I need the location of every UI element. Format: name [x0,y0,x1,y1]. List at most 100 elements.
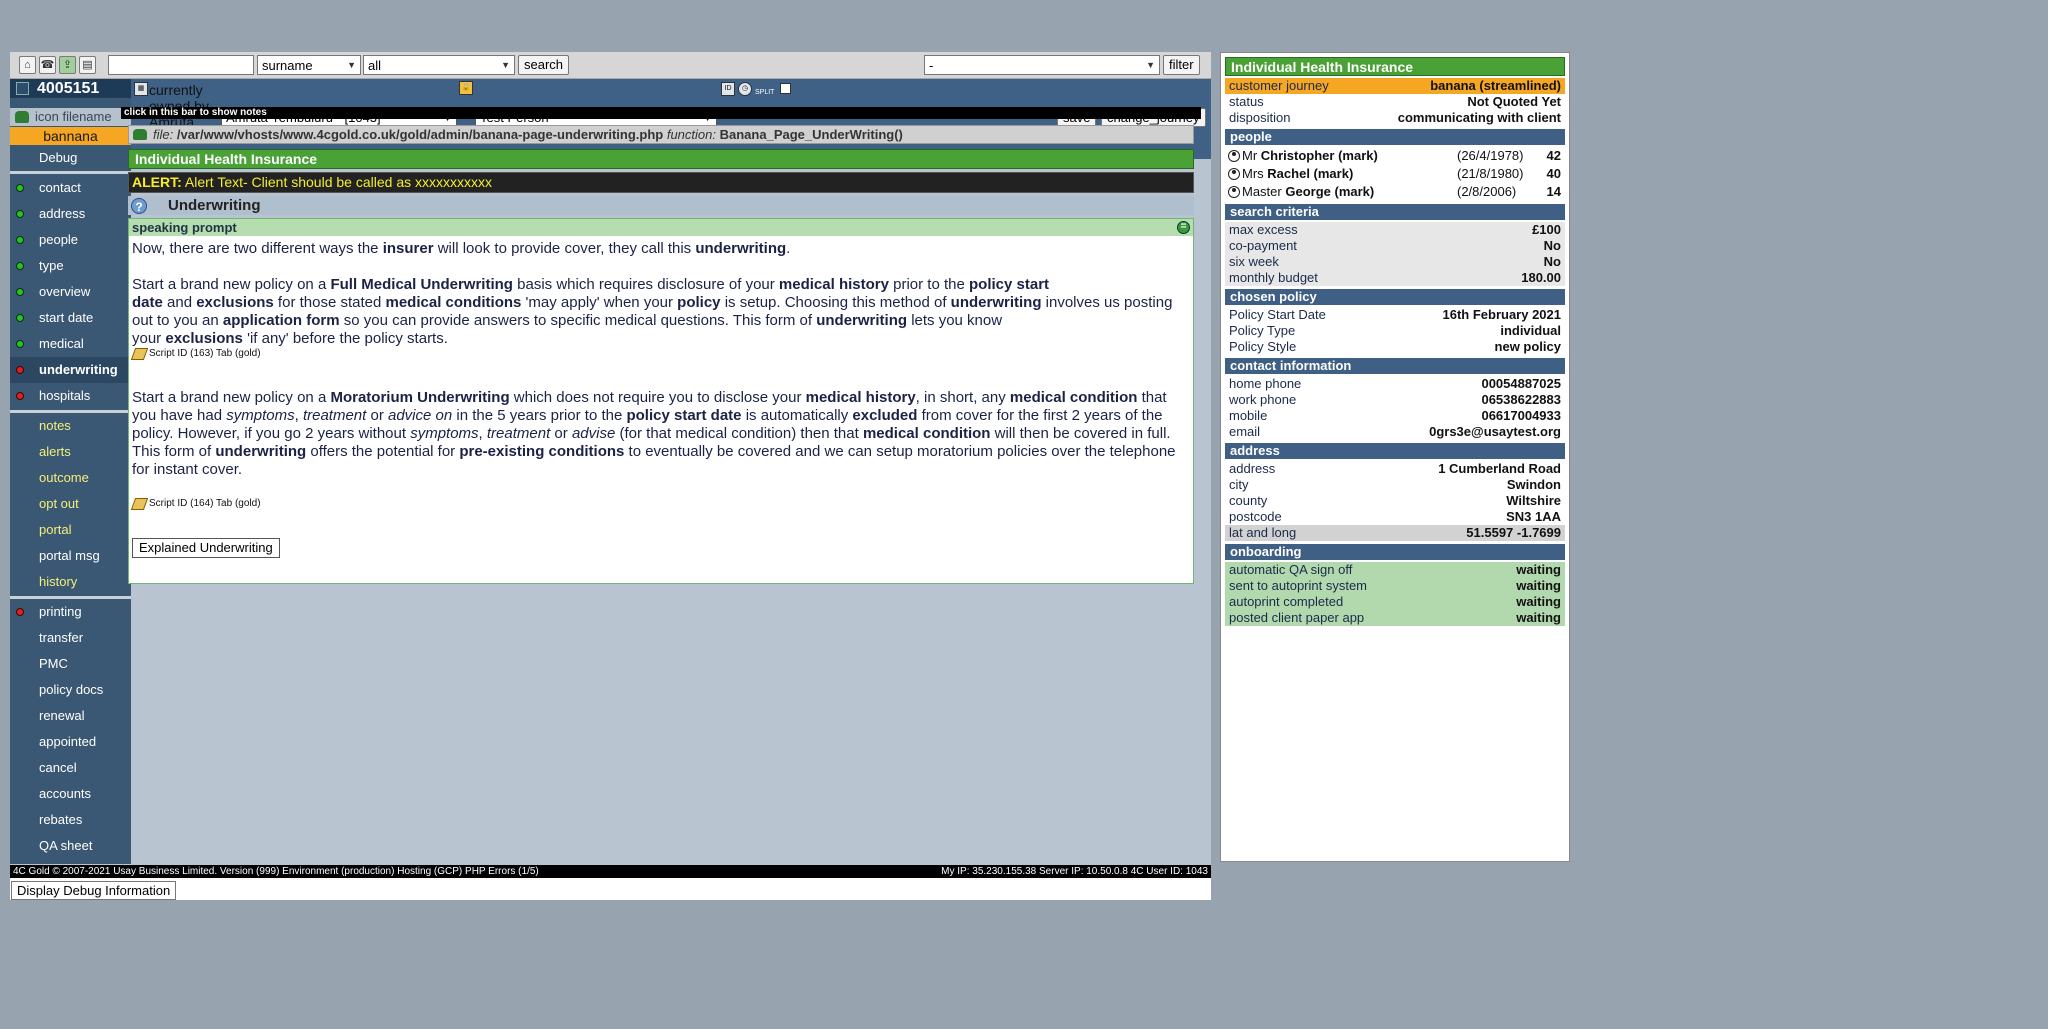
person-age: 42 [1546,148,1561,163]
search-field-select[interactable]: surname ▼ [257,55,361,75]
sidebar-item-opt-out[interactable]: opt out [10,491,131,517]
client-checkbox[interactable] [16,82,29,95]
row-value: new policy [1494,339,1561,354]
sidebar-item-rebates[interactable]: rebates [10,807,131,833]
notes-bar[interactable]: click in this bar to show notes [121,107,1201,119]
footer-ip-info: My IP: 35.230.155.38 Server IP: 10.50.0.… [941,866,1208,877]
filter-value: - [929,57,934,73]
script-id-164[interactable]: Script ID (164) Tab (gold) [130,498,261,510]
page-title-text: Underwriting [168,197,261,214]
sidebar-item-portal[interactable]: portal [10,517,131,543]
sidebar-item-alerts[interactable]: alerts [10,439,131,465]
person-row[interactable]: Master George (mark) (2/8/2006) 14 [1225,183,1565,201]
sidebar-item-portal-msg[interactable]: portal msg [10,543,131,569]
calendar-icon[interactable]: ▦ [134,82,148,96]
row-key: work phone [1229,392,1297,407]
contact-information-header: contact information [1225,358,1565,374]
row-value: No [1543,254,1561,269]
section-title: Individual Health Insurance [128,149,1194,169]
pencil-icon [130,498,149,510]
sidebar-item-label: underwriting [39,362,118,377]
summary-row-monthly-budget: monthly budget 180.00 [1225,270,1565,286]
sidebar-item-start-date[interactable]: start date [10,305,131,331]
client-summary-panel: Individual Health Insurance customer jou… [1220,52,1570,862]
sidebar-item-address[interactable]: address [10,201,131,227]
search-scope-select[interactable]: all ▼ [363,55,515,75]
clock-icon[interactable]: ◷ [738,82,752,96]
sidebar-item-renewal[interactable]: renewal [10,703,131,729]
person-icon [1228,168,1240,180]
sidebar-item-underwriting[interactable]: underwriting [10,357,131,383]
sidebar-item-medical[interactable]: medical [10,331,131,357]
person-icon [1228,186,1240,198]
phone-icon[interactable]: ☎ [39,56,56,74]
upload-icon[interactable]: ⇪ [59,56,76,74]
summary-row-county: county Wiltshire [1225,493,1565,509]
sidebar-item-cancel[interactable]: cancel [10,755,131,781]
row-key: Policy Style [1229,339,1297,354]
search-button[interactable]: search [518,55,570,75]
search-input[interactable] [108,55,254,75]
sidebar-item-hospitals[interactable]: hospitals [10,383,131,409]
row-key: monthly budget [1229,270,1318,285]
search-scope-value: all [368,57,382,73]
sidebar-item-debug[interactable]: Debug [10,145,131,171]
journey-badge[interactable]: bannana [10,127,131,145]
summary-row-work-phone: work phone 06538622883 [1225,392,1565,408]
sidebar-item-transfer[interactable]: transfer [10,625,131,651]
sidebar-item-policy-docs[interactable]: policy docs [10,677,131,703]
prompt-paragraph-full-medical: Start a brand new policy on a Full Medic… [132,276,1173,347]
person-row[interactable]: Mrs Rachel (mark) (21/8/1980) 40 [1225,165,1565,183]
collapse-icon[interactable]: = [1177,221,1190,234]
sidebar-item-accounts[interactable]: accounts [10,781,131,807]
help-icon[interactable]: ? [131,198,147,214]
sidebar-item-label: overview [39,284,91,299]
sidebar-item-outcome[interactable]: outcome [10,465,131,491]
status-dot-icon [16,236,24,244]
file-info-bar: file: /var/www/vhosts/www.4cgold.co.uk/g… [128,125,1194,144]
sidebar-item-overview[interactable]: overview [10,279,131,305]
file-path: /var/www/vhosts/www.4cgold.co.uk/gold/ad… [176,127,664,142]
row-value: £100 [1532,222,1561,237]
summary-row-mobile: mobile 06617004933 [1225,408,1565,424]
sidebar-item-type[interactable]: type [10,253,131,279]
footer-bar: 4C Gold © 2007-2021 Usay Business Limite… [10,865,1211,878]
chevron-down-icon: ▼ [347,60,356,70]
filter-button[interactable]: filter [1163,55,1200,75]
sidebar-item-notes[interactable]: notes [10,413,131,439]
status-dot-icon [16,288,24,296]
document-icon[interactable]: ▤ [79,56,96,74]
row-value: Wiltshire [1506,493,1561,508]
filter-select[interactable]: - ▼ [924,55,1160,75]
sidebar-item-qa-sheet[interactable]: QA sheet [10,833,131,859]
row-key: lat and long [1229,525,1297,540]
person-row[interactable]: Mr Christopher (mark) (26/4/1978) 42 [1225,147,1565,165]
sidebar-item-people[interactable]: people [10,227,131,253]
split-checkbox[interactable] [780,83,791,94]
display-debug-button[interactable]: Display Debug Information [11,881,177,900]
script-id-label: Script ID (164) Tab (gold) [149,498,261,509]
summary-row-co-payment: co-payment No [1225,238,1565,254]
person-age: 40 [1546,166,1561,181]
row-value: SN3 1AA [1506,509,1561,524]
sidebar-item-contact[interactable]: contact [10,175,131,201]
lock-icon[interactable]: 🔒 [459,81,473,95]
sidebar-item-pmc[interactable]: PMC [10,651,131,677]
row-value: 00054887025 [1481,376,1561,391]
sidebar-item-label: start date [39,310,94,325]
client-header: ▦ currently owned by Amruta Yembuluru Am… [131,79,1211,159]
home-icon[interactable]: ⌂ [19,56,36,74]
sidebar-item-printing[interactable]: printing [10,599,131,625]
sidebar-item-appointed[interactable]: appointed [10,729,131,755]
row-key: posted client paper app [1229,610,1365,625]
summary-row-postcode: postcode SN3 1AA [1225,509,1565,525]
status-dot-icon [16,392,24,400]
chosen-policy-header: chosen policy [1225,289,1565,305]
status-dot-icon [16,314,24,322]
explained-underwriting-button[interactable]: Explained Underwriting [132,538,280,558]
id-icon[interactable]: ID [721,82,735,96]
script-id-163[interactable]: Script ID (163) Tab (gold) [130,348,261,360]
sidebar-item-history[interactable]: history [10,569,131,595]
summary-row-policy-style: Policy Style new policy [1225,339,1565,355]
row-value: 16th February 2021 [1442,307,1561,322]
